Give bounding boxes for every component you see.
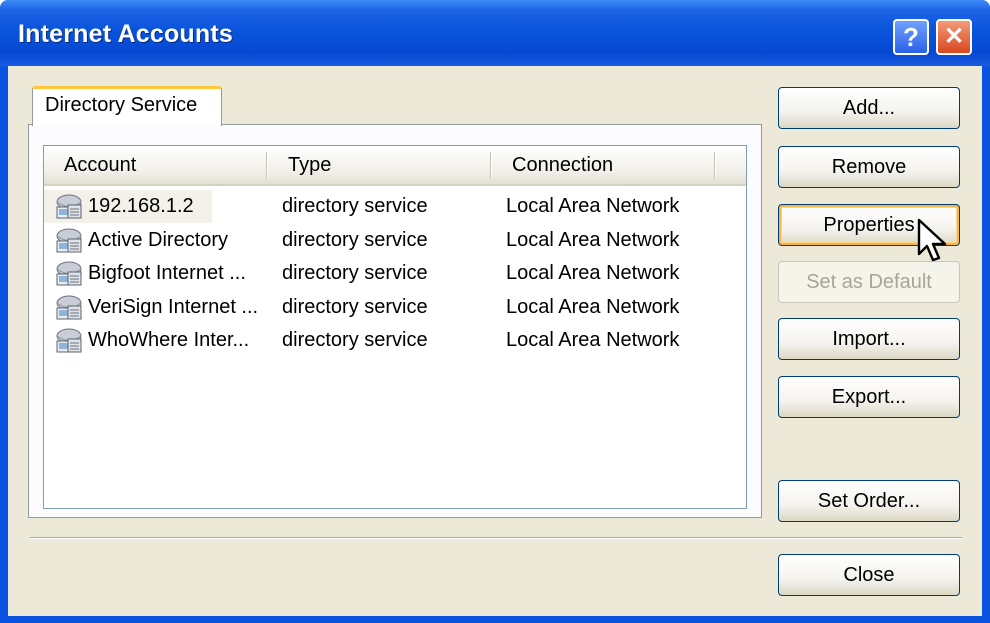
column-divider[interactable] xyxy=(490,152,491,178)
column-header-type[interactable]: Type xyxy=(288,154,331,177)
list-item[interactable]: Bigfoot Internet ... directory service Loc… xyxy=(44,257,746,290)
export-button[interactable]: Export... xyxy=(778,376,960,418)
account-type: directory service xyxy=(282,195,428,217)
set-as-default-button[interactable]: Set as Default xyxy=(778,261,960,303)
import-button[interactable]: Import... xyxy=(778,318,960,360)
tab-panel: Account Type Connection 192.168.1.2 direc… xyxy=(28,124,762,518)
list-item[interactable]: WhoWhere Inter... directory service Local … xyxy=(44,324,746,357)
account-connection: Local Area Network xyxy=(506,262,680,284)
tab-label: Directory Service xyxy=(45,94,198,116)
mouse-pointer-icon xyxy=(917,218,947,262)
account-name: VeriSign Internet ... xyxy=(88,295,259,318)
account-type: directory service xyxy=(282,329,428,351)
list-header: Account Type Connection xyxy=(44,146,746,186)
list-item[interactable]: 192.168.1.2 directory service Local Area N… xyxy=(44,190,746,223)
account-connection: Local Area Network xyxy=(506,329,680,351)
account-name: WhoWhere Inter... xyxy=(88,329,250,351)
dialog-client-area: Directory Service Account Type Connectio… xyxy=(8,66,982,616)
account-connection: Local Area Network xyxy=(506,295,680,318)
account-name: 192.168.1.2 xyxy=(88,195,194,217)
separator xyxy=(30,537,962,539)
account-type: directory service xyxy=(282,295,428,318)
directory-service-icon xyxy=(54,260,84,287)
column-header-connection[interactable]: Connection xyxy=(512,154,613,177)
directory-service-icon xyxy=(54,294,84,321)
help-icon: ? xyxy=(903,22,919,52)
directory-service-icon xyxy=(54,193,84,220)
internet-accounts-dialog: Internet Accounts ? ✕ Directory Service … xyxy=(0,0,990,623)
close-button[interactable]: Close xyxy=(778,554,960,596)
column-header-account[interactable]: Account xyxy=(64,154,136,177)
account-name: Bigfoot Internet ... xyxy=(88,262,246,284)
column-divider[interactable] xyxy=(714,152,715,178)
help-button[interactable]: ? xyxy=(893,19,929,55)
close-window-button[interactable]: ✕ xyxy=(936,19,972,55)
set-order-button[interactable]: Set Order... xyxy=(778,480,960,522)
account-type: directory service xyxy=(282,228,428,251)
title-bar[interactable]: Internet Accounts ? ✕ xyxy=(0,0,990,66)
account-type: directory service xyxy=(282,262,428,284)
account-connection: Local Area Network xyxy=(506,228,680,251)
add-button[interactable]: Add... xyxy=(778,87,960,129)
tab-directory-service[interactable]: Directory Service xyxy=(32,86,222,126)
account-connection: Local Area Network xyxy=(506,195,680,217)
window-title: Internet Accounts xyxy=(18,20,233,48)
accounts-list[interactable]: Account Type Connection 192.168.1.2 direc… xyxy=(43,145,747,509)
close-icon: ✕ xyxy=(943,23,965,50)
account-name: Active Directory xyxy=(88,228,229,251)
directory-service-icon xyxy=(54,327,84,354)
list-item[interactable]: Active Directory directory service Local A… xyxy=(44,224,746,257)
column-divider[interactable] xyxy=(266,152,267,178)
remove-button[interactable]: Remove xyxy=(778,146,960,188)
directory-service-icon xyxy=(54,227,84,254)
list-item[interactable]: VeriSign Internet ... directory service Lo… xyxy=(44,291,746,324)
